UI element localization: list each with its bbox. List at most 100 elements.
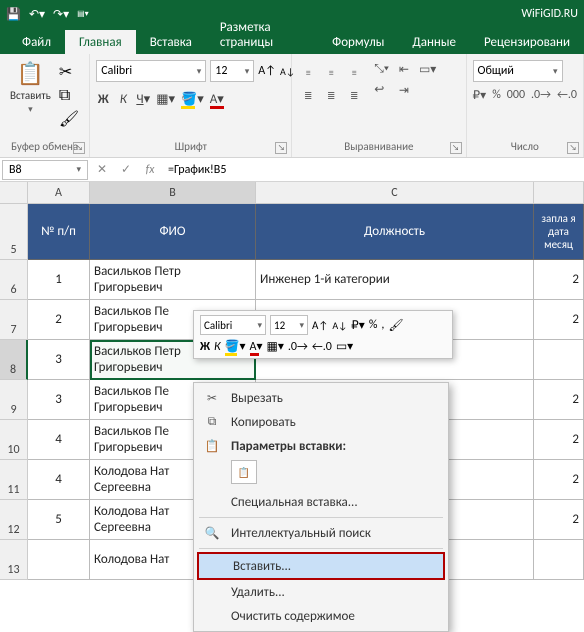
cell[interactable]: 3 [28, 340, 90, 380]
mini-bold-icon[interactable]: Ж [200, 340, 210, 354]
formula-input[interactable] [162, 160, 584, 180]
mini-currency-icon[interactable]: ₽▾ [351, 318, 365, 333]
font-color-icon[interactable]: A▾ [210, 92, 224, 107]
tab-home[interactable]: Главная [65, 30, 136, 54]
bold-icon[interactable]: Ж [96, 92, 110, 107]
row-header[interactable]: 6 [0, 260, 28, 300]
mini-decrease-decimal-icon[interactable]: ←.0 [312, 340, 332, 354]
row-header[interactable]: 5 [0, 204, 28, 260]
cell[interactable]: 1 [28, 260, 90, 300]
clipboard-dialog-launcher[interactable]: ↘ [73, 142, 85, 154]
tab-file[interactable]: Файл [8, 30, 65, 54]
align-middle-icon[interactable]: ≡ [321, 62, 341, 82]
font-dialog-launcher[interactable]: ↘ [275, 142, 287, 154]
mini-fill-color-icon[interactable]: 🪣▾ [225, 339, 246, 354]
orientation-icon[interactable]: ⤡▾ [374, 62, 389, 76]
cancel-formula-icon[interactable]: ✕ [90, 160, 114, 180]
font-name-combo[interactable]: Calibri▾ [96, 60, 206, 82]
increase-font-icon[interactable]: A↑ [258, 64, 276, 78]
mini-comma-icon[interactable]: , [381, 318, 384, 332]
cell[interactable] [534, 340, 584, 380]
col-header-A[interactable]: A [28, 182, 90, 204]
align-right-icon[interactable]: ≣ [344, 85, 364, 105]
underline-icon[interactable]: Ч▾ [136, 92, 150, 107]
percent-icon[interactable]: % [492, 88, 501, 103]
cell[interactable]: 4 [28, 420, 90, 460]
cell[interactable]: 2 [534, 420, 584, 460]
cell[interactable]: 2 [534, 300, 584, 340]
tab-formulas[interactable]: Формулы [318, 30, 398, 54]
row-header[interactable]: 11 [0, 460, 28, 500]
comma-icon[interactable]: 000 [507, 88, 525, 103]
merge-cells-icon[interactable]: ▭▾ [419, 62, 436, 77]
context-insert[interactable]: Вставить... [197, 552, 445, 580]
paste-option-default[interactable]: 📋 [231, 460, 257, 484]
col-header-D[interactable] [534, 182, 584, 204]
number-dialog-launcher[interactable]: ↘ [567, 142, 579, 154]
mini-increase-font-icon[interactable]: A↑ [312, 319, 328, 332]
fill-color-icon[interactable]: 🪣▾ [181, 92, 204, 107]
cell[interactable]: 2 [28, 300, 90, 340]
row-header[interactable]: 7 [0, 300, 28, 340]
copy-icon[interactable]: ⧉ [59, 86, 79, 105]
cell[interactable]: 2 [534, 260, 584, 300]
undo-icon[interactable]: ↶▾ [29, 7, 45, 22]
cell[interactable]: Инженер 1-й категории [256, 260, 534, 300]
mini-font-size[interactable]: 12▾ [270, 315, 308, 335]
increase-indent-icon[interactable]: ⇥ [399, 83, 409, 98]
align-top-icon[interactable]: ≡ [298, 62, 318, 82]
fx-icon[interactable]: fx [138, 160, 162, 180]
number-format-combo[interactable]: Общий▾ [473, 60, 563, 82]
context-smart-lookup[interactable]: 🔍 Интеллектуальный поиск [197, 521, 445, 545]
row-header[interactable]: 9 [0, 380, 28, 420]
cell[interactable] [28, 540, 90, 580]
cell[interactable]: 2 [534, 500, 584, 540]
cut-icon[interactable]: ✂ [59, 62, 79, 82]
mini-increase-decimal-icon[interactable]: .0→ [288, 340, 308, 354]
tab-page-layout[interactable]: Разметка страницы [206, 15, 318, 54]
tab-insert[interactable]: Вставка [136, 30, 206, 54]
decrease-indent-icon[interactable]: ⇤ [399, 62, 409, 77]
italic-icon[interactable]: К [116, 92, 130, 107]
context-copy[interactable]: ⧉ Копировать [197, 410, 445, 434]
currency-icon[interactable]: ₽▾ [473, 88, 487, 103]
tab-review[interactable]: Рецензировани [470, 30, 584, 54]
cell[interactable]: 2 [534, 380, 584, 420]
mini-font-name[interactable]: Calibri▾ [200, 315, 266, 335]
cell[interactable]: 2 [534, 460, 584, 500]
tab-data[interactable]: Данные [398, 30, 470, 54]
mini-font-color-icon[interactable]: A▾ [250, 339, 263, 354]
context-delete[interactable]: Удалить... [197, 580, 445, 604]
context-clear-contents[interactable]: Очистить содержимое [197, 604, 445, 628]
wrap-text-icon[interactable]: ↩ [374, 82, 389, 97]
align-center-icon[interactable]: ≣ [321, 85, 341, 105]
mini-format-painter-icon[interactable]: 🖌 [388, 318, 403, 333]
cell[interactable]: 3 [28, 380, 90, 420]
cell[interactable]: Васильков Петр Григорьевич [90, 260, 256, 300]
alignment-dialog-launcher[interactable]: ↘ [450, 142, 462, 154]
align-left-icon[interactable]: ≣ [298, 85, 318, 105]
row-header[interactable]: 12 [0, 500, 28, 540]
cell[interactable]: 4 [28, 460, 90, 500]
save-icon[interactable]: 💾 [6, 7, 21, 22]
spreadsheet-grid[interactable]: A B C 5 6 7 8 9 10 11 12 13 № п/п ФИО До… [0, 182, 584, 613]
font-size-combo[interactable]: 12▾ [210, 60, 254, 82]
row-header[interactable]: 10 [0, 420, 28, 460]
align-bottom-icon[interactable]: ≡ [344, 62, 364, 82]
qat-more-icon[interactable]: ▤▾ [77, 9, 89, 19]
redo-icon[interactable]: ↷▾ [53, 7, 69, 22]
mini-border-icon[interactable]: ▦▾ [266, 339, 283, 354]
context-cut[interactable]: ✂ Вырезать [197, 386, 445, 410]
cell[interactable] [534, 540, 584, 580]
paste-button[interactable]: 📋 Вставить ▾ [6, 58, 55, 117]
mini-italic-icon[interactable]: К [214, 340, 221, 354]
border-icon[interactable]: ▦▾ [156, 92, 175, 107]
col-header-B[interactable]: B [90, 182, 256, 204]
cell[interactable]: 5 [28, 500, 90, 540]
name-box[interactable]: B8▾ [2, 160, 88, 180]
mini-merge-icon[interactable]: ▭▾ [336, 339, 353, 354]
increase-decimal-icon[interactable]: .0→ [531, 88, 551, 103]
select-all-corner[interactable] [0, 182, 28, 204]
mini-percent-icon[interactable]: % [369, 318, 378, 332]
mini-decrease-font-icon[interactable]: A↓ [332, 319, 347, 332]
